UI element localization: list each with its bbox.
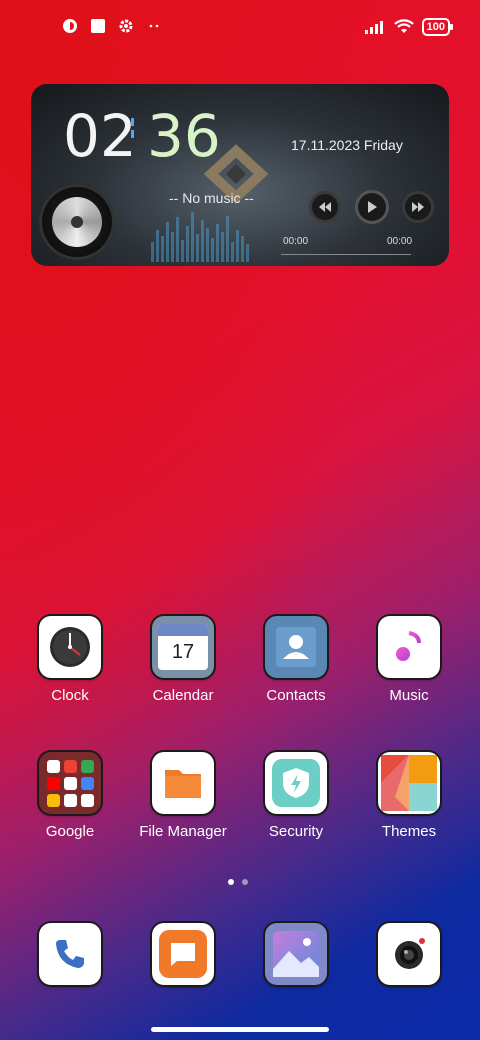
duration-time: 00:00 xyxy=(387,236,413,247)
gallery-icon xyxy=(265,923,327,985)
dock-camera[interactable] xyxy=(354,923,464,985)
page-dot-active[interactable] xyxy=(228,879,234,885)
dock-messages[interactable] xyxy=(128,923,238,985)
elapsed-time: 00:00 xyxy=(283,236,309,247)
app-label: Themes xyxy=(381,823,437,840)
app-icon xyxy=(63,19,77,33)
more-icon xyxy=(149,24,159,28)
app-label: Security xyxy=(268,823,324,840)
app-file-manager[interactable]: File Manager xyxy=(128,752,238,840)
calendar-icon: 17 xyxy=(152,616,214,678)
app-label: Contacts xyxy=(266,687,326,704)
signal-icon xyxy=(364,21,383,34)
clock-music-widget[interactable]: 02 36 17.11.2023 Friday -- No music -- 0… xyxy=(31,84,449,266)
folder-icon xyxy=(152,752,214,814)
play-button[interactable] xyxy=(358,193,386,221)
calendar-day: 17 xyxy=(171,641,195,663)
dock-phone[interactable] xyxy=(15,923,125,985)
app-google[interactable]: Google xyxy=(15,752,125,840)
equalizer-visual xyxy=(151,206,271,262)
status-left xyxy=(62,18,162,34)
square-icon xyxy=(91,19,105,33)
themes-icon xyxy=(378,752,440,814)
app-security[interactable]: Security xyxy=(241,752,351,840)
contacts-icon xyxy=(265,616,327,678)
disc-icon[interactable] xyxy=(39,184,115,260)
clock-hour: 02 xyxy=(63,102,137,170)
app-music[interactable]: Music xyxy=(354,616,464,704)
phone-icon xyxy=(39,923,101,985)
app-label: Music xyxy=(389,687,429,704)
app-label: File Manager xyxy=(139,823,227,840)
fast-forward-icon xyxy=(412,202,424,212)
previous-button[interactable] xyxy=(312,194,338,220)
date-text: 17.11.2023 Friday xyxy=(291,137,403,153)
app-themes[interactable]: Themes xyxy=(354,752,464,840)
play-icon xyxy=(368,201,377,213)
dock-gallery[interactable] xyxy=(241,923,351,985)
home-indicator[interactable] xyxy=(151,1027,329,1032)
next-button[interactable] xyxy=(405,194,431,220)
clock-colon xyxy=(131,114,135,148)
battery-icon: 100 xyxy=(421,18,454,36)
app-label: Clock xyxy=(51,687,89,704)
track-title: -- No music -- xyxy=(169,190,254,206)
google-folder-icon xyxy=(39,752,101,814)
progress-bar[interactable] xyxy=(281,254,411,255)
app-contacts[interactable]: Contacts xyxy=(241,616,351,704)
shield-icon xyxy=(265,752,327,814)
status-bar: 100 xyxy=(0,0,480,56)
app-calendar[interactable]: 17 Calendar xyxy=(128,616,238,704)
app-label: Calendar xyxy=(152,687,214,704)
page-indicator[interactable] xyxy=(228,879,248,885)
rewind-icon xyxy=(319,202,331,212)
app-label: Google xyxy=(45,823,95,840)
camera-icon xyxy=(378,923,440,985)
status-right: 100 xyxy=(364,18,454,36)
music-icon xyxy=(378,616,440,678)
app-clock[interactable]: Clock xyxy=(15,616,125,704)
clock-icon xyxy=(39,616,101,678)
messages-icon xyxy=(152,923,214,985)
page-dot[interactable] xyxy=(242,879,248,885)
wifi-icon xyxy=(393,19,414,33)
settings-icon xyxy=(119,19,133,33)
